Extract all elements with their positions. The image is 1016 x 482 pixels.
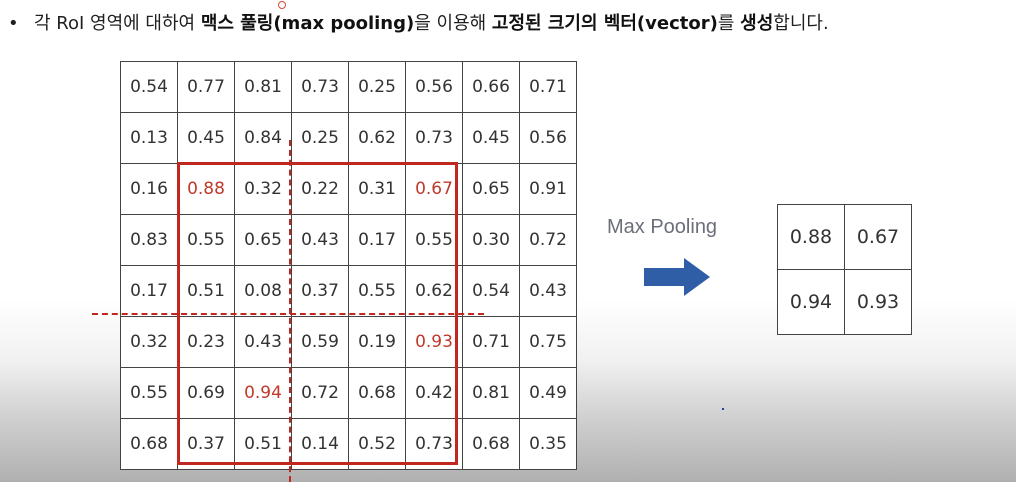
grid-row: 0.32 0.23 0.43 0.59 0.19 0.93 0.71 0.75 [120,316,577,368]
slide-headline: • 각 RoI 영역에 대하여 맥스 풀링(max pooling)을 이용해 고… [8,10,1008,38]
grid-row: 0.83 0.55 0.65 0.43 0.17 0.55 0.30 0.72 [120,214,577,266]
grid-cell: 0.23 [177,316,235,368]
grid-cell: 0.13 [120,112,178,164]
headline-bold-2: 고정된 크기의 벡터(vector) [491,13,718,34]
grid-cell: 0.45 [462,112,520,164]
grid-row: 0.55 0.69 0.94 0.72 0.68 0.42 0.81 0.49 [120,367,577,419]
grid-cell: 0.17 [348,214,406,266]
grid-cell: 0.30 [462,214,520,266]
grid-cell: 0.88 [177,163,235,215]
grid-cell: 0.32 [120,316,178,368]
pointer-dot [278,1,286,9]
grid-cell: 0.72 [291,367,349,419]
grid-cell: 0.43 [519,265,577,317]
roi-vertical-split-line [289,140,291,482]
result-row: 0.88 0.67 [777,204,912,270]
grid-cell: 0.19 [348,316,406,368]
max-pooling-label: Max Pooling [607,216,718,238]
right-arrow-icon [644,258,710,296]
result-row: 0.94 0.93 [777,269,912,335]
grid-cell: 0.71 [462,316,520,368]
grid-cell: 0.77 [177,61,235,113]
grid-cell: 0.16 [120,163,178,215]
grid-cell: 0.72 [519,214,577,266]
pooled-output-grid: 0.88 0.67 0.94 0.93 [777,204,912,335]
grid-cell: 0.49 [519,367,577,419]
headline-text-1: 각 RoI 영역에 대하여 [34,13,201,34]
grid-cell: 0.59 [291,316,349,368]
grid-row: 0.17 0.51 0.08 0.37 0.55 0.62 0.54 0.43 [120,265,577,317]
grid-cell: 0.37 [177,418,235,470]
feature-map-grid: 0.54 0.77 0.81 0.73 0.25 0.56 0.66 0.71 0.13 0.45… [120,61,577,470]
grid-cell: 0.14 [291,418,349,470]
grid-cell: 0.37 [291,265,349,317]
grid-cell: 0.81 [234,61,292,113]
headline-text-4: 합니다. [773,13,829,34]
result-cell: 0.67 [844,204,912,270]
grid-cell: 0.08 [234,265,292,317]
grid-cell: 0.73 [405,112,463,164]
grid-cell: 0.51 [177,265,235,317]
grid-cell: 0.67 [405,163,463,215]
grid-cell: 0.75 [519,316,577,368]
result-cell: 0.93 [844,269,912,335]
grid-cell: 0.25 [291,112,349,164]
grid-cell: 0.71 [519,61,577,113]
grid-cell: 0.55 [120,367,178,419]
grid-cell: 0.43 [234,316,292,368]
grid-cell: 0.17 [120,265,178,317]
grid-row: 0.68 0.37 0.51 0.14 0.52 0.73 0.68 0.35 [120,418,577,470]
headline-text-2: 을 이용해 [414,13,492,34]
grid-cell: 0.22 [291,163,349,215]
grid-cell: 0.31 [348,163,406,215]
grid-cell: 0.43 [291,214,349,266]
grid-cell: 0.93 [405,316,463,368]
grid-cell: 0.55 [348,265,406,317]
grid-cell: 0.94 [234,367,292,419]
grid-cell: 0.83 [120,214,178,266]
bullet-marker: • [8,13,19,34]
headline-bold-3: 생성 [740,13,774,34]
grid-row: 0.54 0.77 0.81 0.73 0.25 0.56 0.66 0.71 [120,61,577,113]
grid-cell: 0.91 [519,163,577,215]
result-cell: 0.94 [777,269,845,335]
grid-cell: 0.45 [177,112,235,164]
roi-horizontal-split-line [92,313,484,315]
grid-cell: 0.52 [348,418,406,470]
grid-cell: 0.56 [405,61,463,113]
grid-cell: 0.62 [348,112,406,164]
grid-cell: 0.84 [234,112,292,164]
grid-cell: 0.35 [519,418,577,470]
grid-cell: 0.68 [120,418,178,470]
grid-cell: 0.54 [120,61,178,113]
grid-cell: 0.62 [405,265,463,317]
grid-cell: 0.42 [405,367,463,419]
pooled-output-body: 0.88 0.67 0.94 0.93 [777,204,912,335]
result-cell: 0.88 [777,204,845,270]
grid-cell: 0.73 [405,418,463,470]
grid-cell: 0.25 [348,61,406,113]
grid-cell: 0.73 [291,61,349,113]
grid-cell: 0.65 [234,214,292,266]
grid-cell: 0.55 [405,214,463,266]
headline-bold-1: 맥스 풀링(max pooling) [200,13,415,34]
grid-row: 0.13 0.45 0.84 0.25 0.62 0.73 0.45 0.56 [120,112,577,164]
grid-cell: 0.65 [462,163,520,215]
grid-cell: 0.66 [462,61,520,113]
grid-cell: 0.51 [234,418,292,470]
grid-cell: 0.54 [462,265,520,317]
grid-cell: 0.32 [234,163,292,215]
grid-cell: 0.68 [348,367,406,419]
grid-cell: 0.56 [519,112,577,164]
headline-text-3: 를 [717,13,741,34]
grid-cell: 0.55 [177,214,235,266]
stray-dot [722,408,724,410]
feature-map-body: 0.54 0.77 0.81 0.73 0.25 0.56 0.66 0.71 0.13 0.45… [120,61,577,470]
grid-cell: 0.69 [177,367,235,419]
grid-cell: 0.68 [462,418,520,470]
grid-cell: 0.81 [462,367,520,419]
grid-row: 0.16 0.88 0.32 0.22 0.31 0.67 0.65 0.91 [120,163,577,215]
